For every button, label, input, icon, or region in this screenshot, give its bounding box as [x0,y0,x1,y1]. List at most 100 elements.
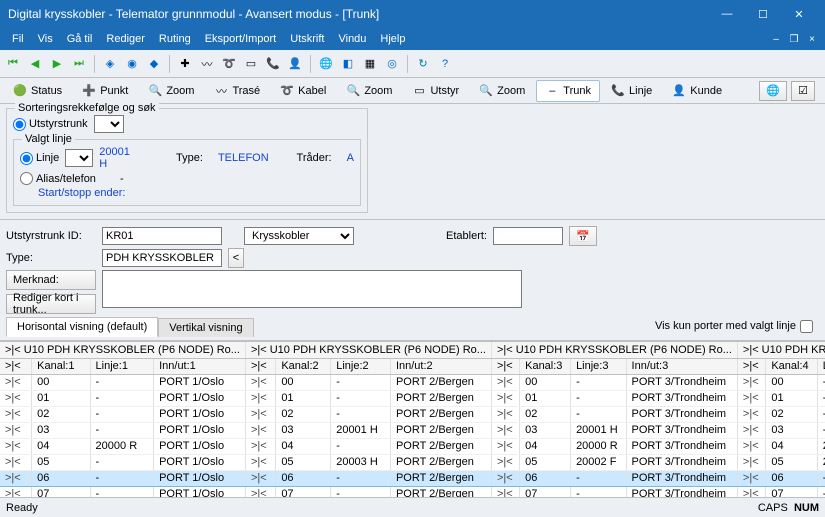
cell[interactable]: >|< [491,406,519,422]
cell[interactable]: 20002 F [817,454,825,470]
col-header[interactable]: Inn/ut:1 [154,358,246,374]
cell[interactable]: 07 [520,486,571,497]
cell[interactable]: 01 [32,390,90,406]
cell[interactable]: 06 [32,470,90,486]
table-row[interactable]: >|<06-PORT 1/Oslo>|<06-PORT 2/Bergen>|<0… [0,470,825,486]
cell[interactable]: >|< [0,438,32,454]
layers-icon[interactable]: ◧ [339,55,357,73]
cell[interactable]: >|< [737,486,765,497]
cell[interactable]: PORT 3/Trondheim [626,470,737,486]
mdi-minimize-icon[interactable]: – [769,34,783,45]
table-row[interactable]: >|<00-PORT 1/Oslo>|<00-PORT 2/Bergen>|<0… [0,374,825,390]
cell[interactable]: >|< [737,454,765,470]
trader-value[interactable]: A [347,152,354,164]
equip-tool-icon[interactable]: ▭ [242,55,260,73]
cell[interactable]: >|< [245,406,275,422]
cell[interactable]: >|< [0,422,32,438]
table-row[interactable]: >|<05-PORT 1/Oslo>|<0520003 HPORT 2/Berg… [0,454,825,470]
cell[interactable]: 03 [276,422,331,438]
navtab-zoom[interactable]: 🔍Zoom [337,80,401,102]
cell[interactable]: PORT 3/Trondheim [626,454,737,470]
cell[interactable]: PORT 3/Trondheim [626,374,737,390]
col-header[interactable]: Linje:2 [331,358,391,374]
cell[interactable]: >|< [737,422,765,438]
cell[interactable]: PORT 1/Oslo [154,470,246,486]
navtab-trasé[interactable]: 〰Trasé [205,80,269,102]
cell[interactable]: >|< [491,438,519,454]
cell[interactable]: - [817,470,825,486]
navtab-zoom[interactable]: 🔍Zoom [139,80,203,102]
cell[interactable]: 01 [766,390,817,406]
cell[interactable]: 05 [32,454,90,470]
cell[interactable]: 20000 R [571,438,626,454]
next-icon[interactable]: ▶ [48,55,66,73]
col-header[interactable]: Kanal:4 [766,358,817,374]
cell[interactable]: >|< [0,470,32,486]
cell[interactable]: PORT 2/Bergen [390,422,491,438]
cell[interactable]: >|< [245,486,275,497]
cell[interactable]: 00 [520,374,571,390]
cell[interactable]: PORT 1/Oslo [154,422,246,438]
first-icon[interactable]: ⏮ [4,55,22,73]
cell[interactable]: 01 [520,390,571,406]
cell[interactable]: >|< [0,390,32,406]
cell[interactable]: 02 [766,406,817,422]
cell[interactable]: - [90,406,154,422]
cell[interactable]: 02 [520,406,571,422]
col-header[interactable]: Linje:1 [90,358,154,374]
navtab-trunk[interactable]: –Trunk [536,80,600,102]
cell[interactable]: >|< [0,374,32,390]
cell[interactable]: - [817,406,825,422]
cell[interactable]: 01 [276,390,331,406]
group-header[interactable]: >|< U10 PDH KRYSSKOBLER (P6 NODE) Ro... [737,342,825,358]
linje-value[interactable]: 20001 H [99,146,132,170]
cell[interactable]: >|< [491,374,519,390]
cell[interactable]: 20000 R [90,438,154,454]
menu-rediger[interactable]: Rediger [100,31,151,47]
linje-select[interactable] [65,149,93,167]
grid-icon[interactable]: ▦ [361,55,379,73]
navtab-zoom[interactable]: 🔍Zoom [470,80,534,102]
cell[interactable]: 04 [766,438,817,454]
cell[interactable]: >|< [0,406,32,422]
navtab-punkt[interactable]: ➕Punkt [73,80,137,102]
cell[interactable]: 03 [520,422,571,438]
cell[interactable]: PORT 2/Bergen [390,486,491,497]
cell[interactable]: - [571,374,626,390]
cell[interactable]: 20002 F [571,454,626,470]
cell[interactable]: - [331,486,391,497]
trace-tool-icon[interactable]: 〰 [198,55,216,73]
point-tool-icon[interactable]: ✚ [176,55,194,73]
merknad-button[interactable]: Merknad: [6,270,96,290]
cell[interactable]: 07 [32,486,90,497]
type-input[interactable] [102,249,222,267]
cell[interactable]: 02 [276,406,331,422]
cell[interactable]: - [90,486,154,497]
menu-vis[interactable]: Vis [32,31,59,47]
alias-radio[interactable] [20,172,33,185]
mdi-restore-icon[interactable]: ❐ [787,34,801,45]
cell[interactable]: PORT 2/Bergen [390,470,491,486]
cell[interactable]: 20001 H [571,422,626,438]
cell[interactable]: 00 [766,374,817,390]
cell[interactable]: 20000 R [817,438,825,454]
cell[interactable]: - [90,374,154,390]
table-row[interactable]: >|<07-PORT 1/Oslo>|<07-PORT 2/Bergen>|<0… [0,486,825,497]
cell[interactable]: PORT 3/Trondheim [626,406,737,422]
linje-radio[interactable] [20,152,33,165]
cell[interactable]: - [817,486,825,497]
close-button[interactable]: ✕ [781,0,817,28]
cell[interactable]: PORT 3/Trondheim [626,438,737,454]
navtab-kabel[interactable]: ➰Kabel [271,80,335,102]
cell[interactable]: - [817,390,825,406]
cell[interactable]: PORT 1/Oslo [154,374,246,390]
menu-eksport/import[interactable]: Eksport/Import [199,31,283,47]
col-header[interactable]: >|< [245,358,275,374]
minimize-button[interactable]: — [709,0,745,28]
table-row[interactable]: >|<02-PORT 1/Oslo>|<02-PORT 2/Bergen>|<0… [0,406,825,422]
col-header[interactable]: Kanal:3 [520,358,571,374]
cell[interactable]: 06 [276,470,331,486]
cell[interactable]: >|< [245,390,275,406]
cell[interactable]: - [817,374,825,390]
cell[interactable]: 03 [766,422,817,438]
